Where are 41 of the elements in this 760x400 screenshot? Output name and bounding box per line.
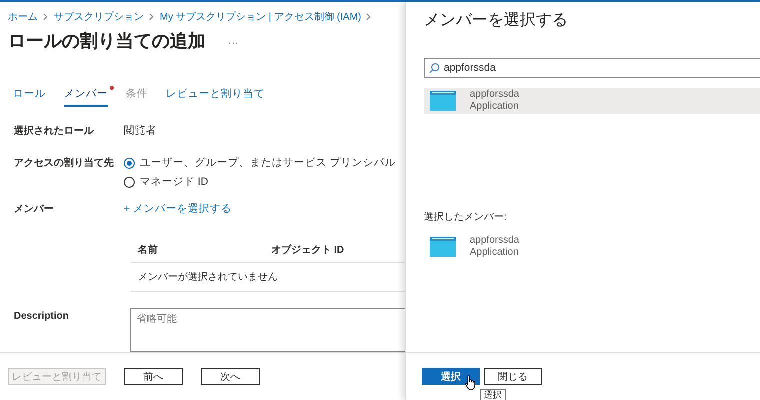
field-label: アクセスの割り当て先 <box>14 156 115 171</box>
tab[interactable]: メンバー <box>64 87 108 107</box>
empty-message: メンバーが選択されていません <box>131 263 405 292</box>
field-label: Description <box>14 310 70 324</box>
radio-label: マネージド ID <box>140 175 208 189</box>
chevron-icon <box>366 13 372 21</box>
item-name: appforssda <box>470 235 520 247</box>
radio-button[interactable] <box>124 158 135 168</box>
description-field[interactable]: 省略可能 <box>130 308 405 352</box>
radio-label: ユーザー、グループ、またはサービス プリンシパル <box>140 156 396 170</box>
application-icon <box>430 91 456 111</box>
column-header: オブジェクト ID <box>272 244 346 257</box>
select-members-link[interactable]: + メンバーを選択する <box>124 202 232 216</box>
column-header: 名前 <box>138 244 159 257</box>
field-label: 選択されたロール <box>14 124 96 138</box>
application-icon <box>430 237 456 257</box>
role-value: 閲覧者 <box>124 124 157 138</box>
item-type: Application <box>470 247 520 259</box>
tooltip: 選択 <box>480 389 506 400</box>
hand-cursor-icon <box>465 375 477 391</box>
footer-button[interactable]: 前へ <box>124 368 183 385</box>
footer-button[interactable]: 次へ <box>201 368 260 385</box>
chevron-icon <box>43 13 49 21</box>
search-result[interactable]: appforssda Application <box>424 88 760 114</box>
chevron-icon <box>149 13 155 21</box>
breadcrumb-link[interactable]: ホーム <box>8 10 38 24</box>
tab[interactable]: ロール <box>13 87 46 107</box>
panel-title: メンバーを選択する <box>424 11 569 31</box>
radio-button[interactable] <box>124 176 135 188</box>
more-button[interactable]: … <box>228 35 239 47</box>
breadcrumb-link[interactable]: My サブスクリプション | アクセス制御 (IAM) <box>160 10 362 24</box>
field-label: メンバー <box>14 203 55 216</box>
panel-button[interactable]: 閉じる <box>484 368 542 385</box>
item-type: Application <box>470 101 520 113</box>
page-title: ロールの割り当ての追加 <box>8 30 206 53</box>
search-icon <box>429 62 440 74</box>
search-field[interactable]: appforssda <box>424 58 760 78</box>
breadcrumb-link[interactable]: サブスクリプション <box>54 10 144 24</box>
tab[interactable]: レビューと割り当て <box>166 87 265 107</box>
item-name: appforssda <box>470 89 520 101</box>
selected-members-label: 選択したメンバー: <box>424 211 508 224</box>
